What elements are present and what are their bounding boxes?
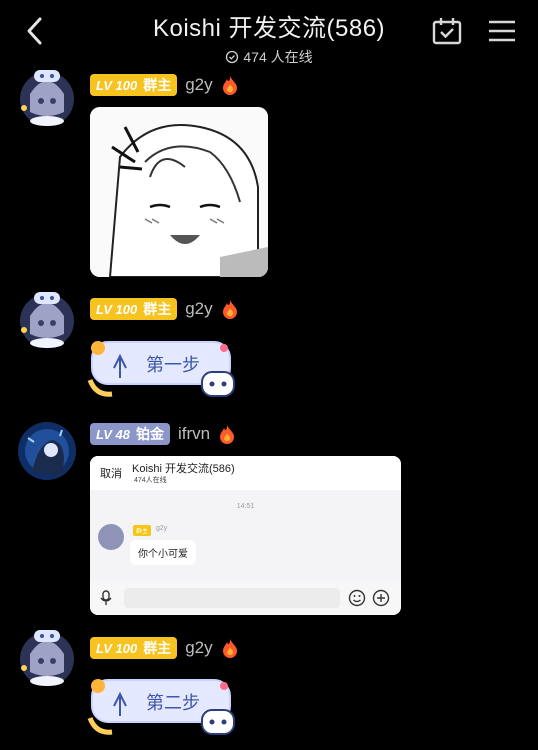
screenshot-title: Koishi 开发交流(586) (132, 463, 235, 475)
screenshot-input (124, 588, 340, 608)
message-meta: LV 100 群主 g2y (90, 297, 239, 321)
username[interactable]: ifrvn (178, 424, 210, 444)
message-meta: LV 100 群主 g2y (90, 636, 239, 660)
chat-message: LV 100 群主 g2y 第一步 (0, 282, 538, 412)
microphone-icon (100, 590, 112, 605)
step-label: 第二步 (146, 693, 200, 714)
username[interactable]: g2y (185, 299, 212, 319)
level-badge: LV 100 群主 (90, 637, 178, 659)
emoji-icon (348, 589, 366, 607)
avatar[interactable] (16, 66, 78, 128)
screenshot-avatar (98, 524, 124, 550)
screenshot-online: 474人在线 (134, 477, 167, 484)
anime-girl-sketch (90, 107, 268, 277)
flame-icon (222, 76, 237, 95)
message-meta: LV 48 铂金 ifrvn (90, 422, 236, 446)
sticker-image[interactable] (90, 107, 268, 277)
avatar[interactable] (16, 288, 78, 350)
chat-message: LV 100 群主 g2y 第二步 (0, 622, 538, 750)
level-badge: LV 100 群主 (90, 298, 178, 320)
screenshot-message: 你个小可爱 (130, 540, 196, 565)
message-meta: LV 100 群主 g2y (90, 73, 239, 97)
step-sticker[interactable]: 第一步 (84, 336, 244, 402)
username[interactable]: g2y (185, 75, 212, 95)
chat-header: Koishi 开发交流(586) 474 人在线 (0, 0, 538, 65)
menu-icon[interactable] (488, 19, 516, 43)
chat-message: LV 100 群主 g2y (0, 62, 538, 282)
screenshot-time: 14:51 (236, 503, 255, 510)
username[interactable]: g2y (185, 638, 212, 658)
level-badge: LV 48 铂金 (90, 423, 170, 445)
step-sticker[interactable]: 第二步 (84, 674, 244, 740)
screenshot-cancel-label: 取消 (100, 468, 122, 480)
calendar-check-icon[interactable] (432, 17, 462, 45)
screenshot-image[interactable]: 取消 Koishi 开发交流(586) 474人在线 14:51 群主 g2y … (90, 456, 401, 615)
avatar[interactable] (16, 626, 78, 688)
flame-icon (220, 425, 235, 444)
avatar[interactable] (16, 420, 78, 482)
plus-icon (372, 589, 390, 607)
screenshot-header: 取消 Koishi 开发交流(586) 474人在线 (90, 456, 401, 490)
screenshot-input-bar (90, 581, 401, 615)
level-badge: LV 100 群主 (90, 74, 178, 96)
flame-icon (222, 639, 237, 658)
step-label: 第一步 (146, 355, 200, 376)
screenshot-sender: g2y (156, 525, 168, 532)
flame-icon (222, 300, 237, 319)
screenshot-badge: 群主 (133, 525, 152, 536)
